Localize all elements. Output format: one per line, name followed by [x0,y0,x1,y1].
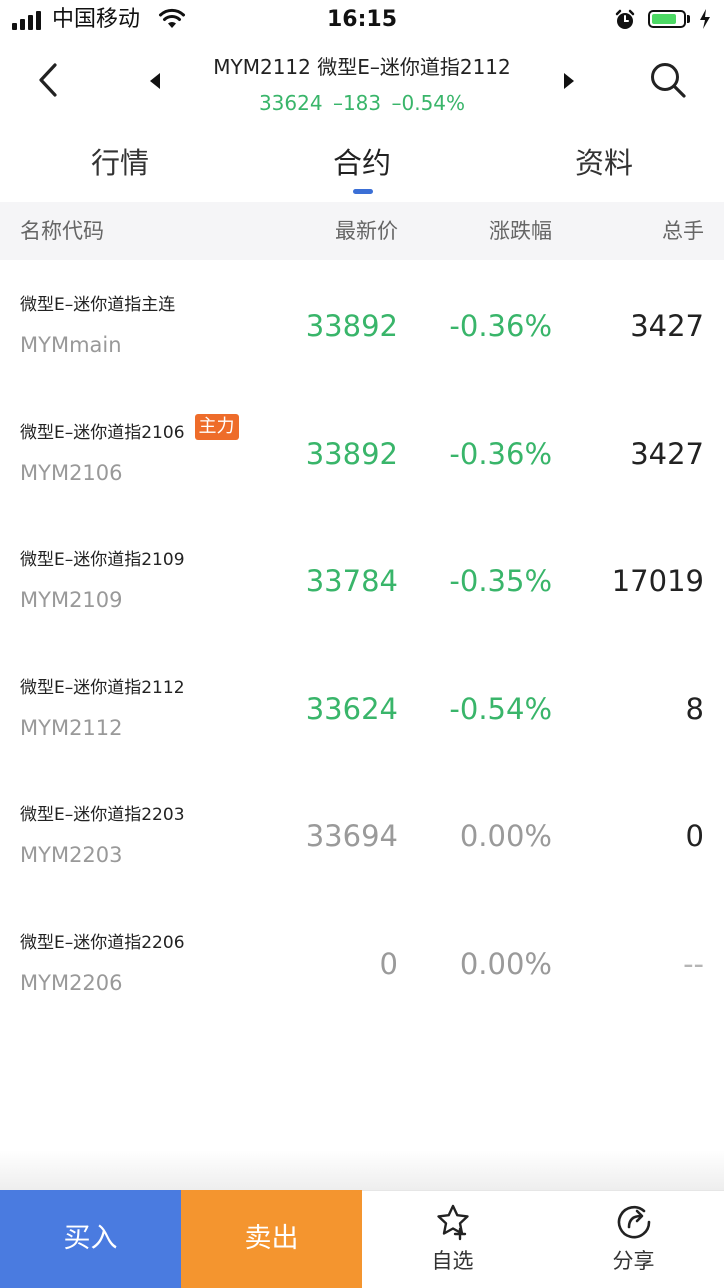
total-volume: 0 [685,819,704,853]
contract-name: 微型E–迷你道指2106 主力 [20,413,239,446]
alarm-icon [615,9,635,29]
chevron-left-icon [39,63,57,97]
active-tab-indicator [353,189,373,194]
search-icon [651,63,686,98]
bottom-shadow [0,1150,724,1190]
column-header-name[interactable]: 名称代码 [20,202,104,260]
share-label: 分享 [612,1249,655,1273]
contract-name-text: 微型E–迷你道指2106 [20,422,185,443]
table-row[interactable]: 微型E–迷你道指2109 MYM2109 33784 -0.35% 17019 [0,517,724,645]
change-percent: -0.36% [449,309,552,343]
contract-name: 微型E–迷你道指2109 [20,547,185,573]
column-header-price[interactable]: 最新价 [335,202,398,260]
total-volume: 8 [685,691,704,726]
contract-code: MYM2109 [20,588,123,612]
contract-code: MYM2112 [20,715,123,740]
contract-code: MYM2106 [20,460,123,485]
contract-quote: 33624 –183 –0.54% [180,88,544,118]
quote-price: 33624 [258,91,323,115]
buy-button[interactable]: 买入 [0,1190,181,1288]
star-plus-icon [436,1204,469,1241]
triangle-left-icon [150,73,160,89]
latest-price: 33694 [305,819,398,853]
tab-info[interactable]: 资料 [484,128,724,200]
quote-change: –183 [332,91,382,115]
change-percent: -0.54% [449,691,552,726]
contract-name-text: 微型E–迷你道指2206 [20,932,185,953]
table-row[interactable]: 微型E–迷你道指2112 MYM2112 33624 -0.54% 8 [0,645,724,773]
change-percent: -0.35% [449,564,552,598]
table-row[interactable]: 微型E–迷你道指2206 MYM2206 0 0.00% -- [0,900,724,1028]
table-row[interactable]: 微型E–迷你道指主连 MYMmain 33892 -0.36% 3427 [0,262,724,390]
contract-name: 微型E–迷你道指2203 [20,802,185,828]
contract-name: 微型E–迷你道指主连 [20,292,175,318]
tab-bar: 行情 合约 资料 [0,128,724,200]
contract-name: 微型E–迷你道指2112 [20,675,185,701]
latest-price: 33624 [305,691,398,726]
contract-title: MYM2112 微型E–迷你道指2112 [213,55,511,79]
table-header: 名称代码 最新价 涨跌幅 总手 [0,202,724,260]
column-header-change[interactable]: 涨跌幅 [489,202,552,260]
share-icon [617,1205,650,1239]
total-volume: 3427 [630,309,704,343]
previous-contract-button[interactable] [140,66,170,96]
table-row[interactable]: 微型E–迷你道指2106 主力 MYM2106 33892 -0.36% 3427 [0,390,724,518]
column-header-volume[interactable]: 总手 [662,202,704,260]
contract-code: MYM2206 [20,970,123,995]
contract-name-text: 微型E–迷你道指2203 [20,805,185,825]
latest-price: 0 [379,946,398,981]
next-contract-button[interactable] [554,66,584,96]
contract-name-text: 微型E–迷你道指主连 [20,295,176,315]
change-percent: 0.00% [459,819,552,853]
triangle-right-icon [564,73,574,89]
contract-code: MYMmain [20,333,122,357]
battery-icon [648,10,686,28]
total-volume: -- [683,946,704,981]
back-button[interactable] [26,58,70,102]
contract-name-text: 微型E–迷你道指2109 [20,550,185,570]
sell-button[interactable]: 卖出 [181,1190,362,1288]
tab-market[interactable]: 行情 [0,128,240,200]
app-header: MYM2112 微型E–迷你道指2112 33624 –183 –0.54% [0,40,724,124]
table-row[interactable]: 微型E–迷你道指2203 MYM2203 33694 0.00% 0 [0,772,724,900]
contract-name-text: 微型E–迷你道指2112 [20,677,185,698]
change-percent: 0.00% [459,946,552,981]
watch-label: 自选 [431,1249,474,1273]
charging-icon [700,9,710,29]
latest-price: 33892 [305,436,398,471]
battery-tip [687,15,690,23]
main-contract-badge: 主力 [194,413,239,440]
total-volume: 3427 [630,436,704,471]
add-to-watchlist-button[interactable]: 自选 [362,1202,543,1282]
contract-list: 微型E–迷你道指主连 MYMmain 33892 -0.36% 3427 微型E… [0,262,724,1027]
quote-change-pct: –0.54% [391,91,466,115]
latest-price: 33892 [305,309,398,343]
latest-price: 33784 [305,564,398,598]
status-bar: 中国移动 16:15 [0,0,724,40]
search-button[interactable] [644,56,692,104]
total-volume: 17019 [611,564,704,598]
contract-code: MYM2203 [20,843,123,867]
share-button[interactable]: 分享 [543,1202,724,1282]
contract-name: 微型E–迷你道指2206 [20,930,185,956]
change-percent: -0.36% [449,436,552,471]
